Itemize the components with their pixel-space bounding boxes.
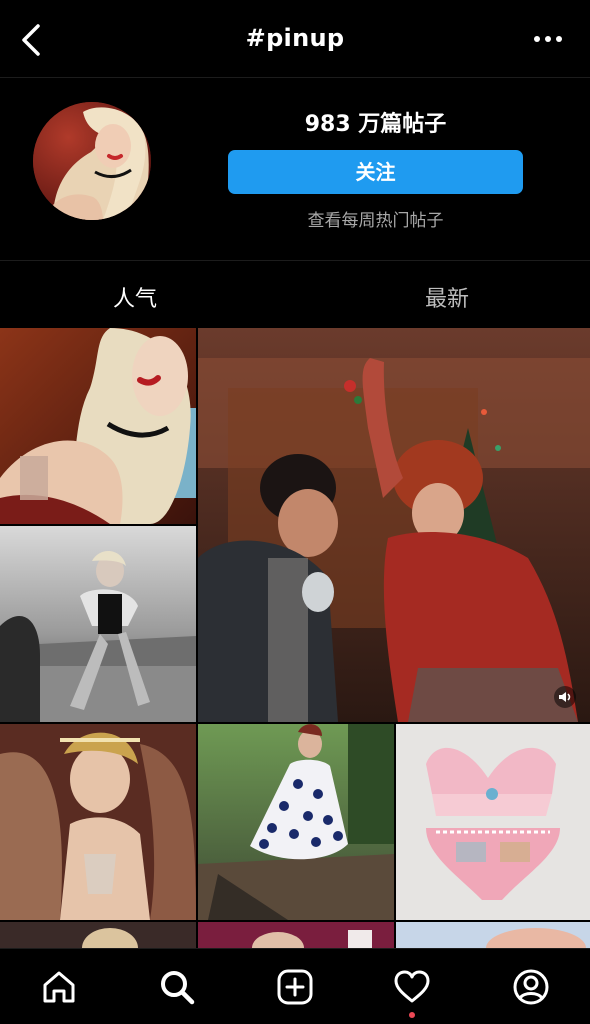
profile-icon[interactable] xyxy=(511,967,551,1007)
post-thumbnail[interactable] xyxy=(198,922,394,948)
page-title: #pinup xyxy=(245,24,345,52)
speaker-icon xyxy=(554,686,576,708)
top-bar: #pinup xyxy=(0,0,590,78)
post-thumbnail[interactable] xyxy=(0,922,196,948)
post-thumbnail[interactable] xyxy=(0,526,196,722)
post-thumbnail-video[interactable] xyxy=(198,328,590,722)
post-thumbnail[interactable] xyxy=(0,328,196,524)
bottom-nav xyxy=(0,948,590,1024)
hashtag-header: 983 万篇帖子 关注 查看每周热门帖子 xyxy=(0,78,590,260)
weekly-top-posts-link[interactable]: 查看每周热门帖子 xyxy=(228,206,523,231)
post-thumbnail[interactable] xyxy=(0,724,196,920)
more-horizontal-icon[interactable] xyxy=(532,28,564,50)
notification-dot xyxy=(409,1012,415,1018)
post-thumbnail[interactable] xyxy=(396,724,590,920)
tab-popular[interactable]: 人气 xyxy=(113,281,157,313)
tab-latest[interactable]: 最新 xyxy=(425,281,469,313)
post-thumbnail[interactable] xyxy=(396,922,590,948)
hashtag-avatar xyxy=(33,102,151,220)
home-icon[interactable] xyxy=(39,967,79,1007)
post-thumbnail[interactable] xyxy=(198,724,394,920)
post-count: 983 万篇帖子 xyxy=(304,112,447,137)
create-icon[interactable] xyxy=(275,967,315,1007)
search-icon[interactable] xyxy=(157,967,197,1007)
feed-tabs: 人气 最新 xyxy=(0,260,590,328)
activity-icon[interactable] xyxy=(392,967,432,1007)
follow-button[interactable]: 关注 xyxy=(228,150,523,194)
post-grid xyxy=(0,328,590,948)
